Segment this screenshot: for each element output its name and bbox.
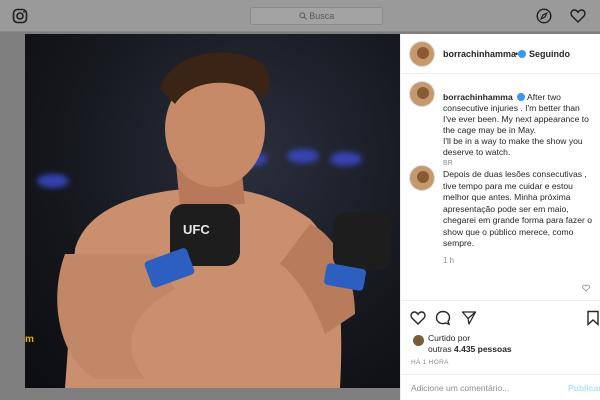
likes-number[interactable]: 4.435 pessoas (454, 344, 512, 354)
follow-status-button[interactable]: Seguindo (529, 49, 570, 59)
avatar[interactable] (409, 81, 435, 107)
username-text[interactable]: borrachinhamma (443, 49, 516, 59)
bookmark-icon[interactable] (585, 310, 600, 326)
comment-icon[interactable] (435, 310, 451, 326)
language-label: BR (443, 160, 453, 167)
verified-badge-icon (518, 50, 527, 58)
liked-by-label: Curtido por (428, 333, 471, 343)
top-navigation-bar: Busca (0, 0, 600, 32)
caption-english: borrachinhamma After two consecutive inj… (443, 92, 595, 158)
post-header: borrachinhamma • Seguindo (401, 34, 600, 74)
heart-icon[interactable] (570, 8, 586, 24)
action-bar (401, 300, 600, 330)
photo-corner-label: m (25, 334, 34, 345)
header-username[interactable]: borrachinhamma (443, 49, 527, 59)
comment-timestamp: 1 h (443, 256, 455, 265)
verified-badge-icon (517, 93, 526, 101)
liker-avatar[interactable] (413, 335, 424, 346)
search-placeholder: Busca (309, 11, 335, 21)
comment-bar: Publicar (401, 374, 600, 400)
like-heart-icon[interactable] (410, 310, 426, 326)
post-photo: UFC m (25, 34, 400, 388)
comment-like-heart-icon[interactable] (582, 284, 590, 292)
compass-icon[interactable] (536, 8, 552, 24)
instagram-icon[interactable] (12, 8, 28, 24)
svg-text:UFC: UFC (183, 222, 210, 237)
caption-username[interactable]: borrachinhamma (443, 92, 513, 102)
likes-prefix: outras (428, 344, 454, 354)
comment-input[interactable] (411, 383, 551, 393)
avatar[interactable] (409, 41, 435, 67)
search-input[interactable]: Busca (250, 7, 383, 25)
avatar[interactable] (409, 165, 435, 191)
post-timestamp: HÁ 1 HORA (411, 359, 449, 366)
fighter-illustration: UFC (57, 52, 391, 388)
post-side-panel: borrachinhamma • Seguindo borrachinhamma… (400, 34, 600, 400)
share-icon[interactable] (461, 310, 477, 326)
likes-count[interactable]: outras 4.435 pessoas (428, 344, 512, 354)
publish-button[interactable]: Publicar (568, 383, 600, 393)
caption-portuguese: Depois de duas lesões consecutivas , tiv… (443, 169, 593, 248)
dot-separator: • (515, 49, 519, 59)
search-icon (299, 12, 307, 20)
